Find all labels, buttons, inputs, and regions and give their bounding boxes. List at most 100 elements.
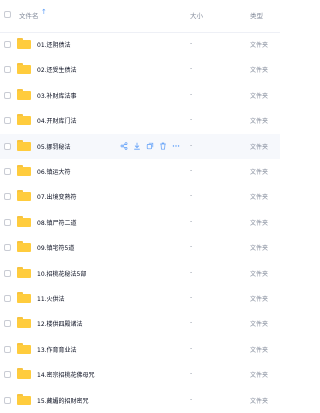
row-checkbox[interactable] bbox=[4, 91, 11, 99]
file-name[interactable]: 06.镇运大符 bbox=[37, 167, 71, 176]
file-type: 文件夹 bbox=[250, 296, 269, 303]
folder-icon bbox=[17, 114, 31, 126]
row-checkbox[interactable] bbox=[4, 66, 11, 74]
file-type: 文件夹 bbox=[250, 321, 269, 329]
folder-icon bbox=[17, 342, 31, 354]
file-name[interactable]: 11.火供法 bbox=[37, 294, 65, 303]
row-checkbox[interactable] bbox=[4, 396, 11, 404]
table-row[interactable]: 08.镇尸符二道 - 文件夹 bbox=[0, 210, 280, 235]
download-icon[interactable] bbox=[133, 142, 141, 150]
folder-icon bbox=[17, 215, 31, 227]
folder-icon bbox=[17, 190, 31, 202]
file-size: - bbox=[190, 116, 193, 124]
table-row[interactable]: 03.补财库法事 - 文件夹 bbox=[0, 83, 280, 108]
file-size: - bbox=[190, 167, 193, 174]
file-type: 文件夹 bbox=[250, 372, 269, 380]
row-checkbox[interactable] bbox=[4, 193, 11, 201]
row-checkbox[interactable] bbox=[4, 269, 11, 277]
folder-icon bbox=[17, 139, 31, 151]
folder-icon bbox=[17, 88, 31, 100]
file-type: 文件夹 bbox=[250, 92, 269, 100]
folder-icon bbox=[17, 292, 31, 303]
file-size: - bbox=[190, 294, 193, 301]
table-row[interactable]: 07.出境变熟符 - 文件夹 bbox=[0, 184, 280, 209]
row-checkbox[interactable] bbox=[4, 117, 11, 125]
table-row[interactable]: 12.楼供四殿诸法 - 文件夹 bbox=[0, 311, 280, 336]
folder-icon bbox=[17, 393, 31, 405]
row-checkbox[interactable] bbox=[4, 244, 11, 252]
file-name[interactable]: 12.楼供四殿诸法 bbox=[37, 319, 83, 328]
table-row[interactable]: 06.镇运大符 - 文件夹 bbox=[0, 159, 280, 184]
file-type: 文件夹 bbox=[250, 397, 269, 405]
file-type: 文件夹 bbox=[250, 219, 269, 227]
file-name[interactable]: 09.镇宅符5道 bbox=[37, 243, 74, 252]
folder-icon bbox=[17, 38, 31, 49]
file-size: - bbox=[190, 141, 193, 149]
file-type: 文件夹 bbox=[250, 245, 269, 253]
delete-icon[interactable] bbox=[159, 142, 167, 150]
column-header-type[interactable]: 类型 bbox=[250, 10, 263, 20]
row-actions bbox=[120, 141, 180, 151]
file-name[interactable]: 02.还受生债法 bbox=[37, 65, 77, 74]
file-size: - bbox=[190, 395, 193, 403]
row-checkbox[interactable] bbox=[4, 371, 11, 379]
file-name[interactable]: 03.补财库法事 bbox=[37, 91, 77, 100]
table-row[interactable]: 10.招桃花秘法5部 - 文件夹 bbox=[0, 261, 280, 286]
table-row[interactable]: 14.密宗招桃花佛母咒 - 文件夹 bbox=[0, 362, 280, 387]
column-header-name[interactable]: 文件名 bbox=[19, 10, 39, 20]
file-name[interactable]: 08.镇尸符二道 bbox=[37, 218, 77, 227]
folder-icon bbox=[17, 165, 31, 176]
file-type: 文件夹 bbox=[250, 42, 269, 49]
table-row[interactable]: 05.挪罚秘法 - 文件夹 bbox=[0, 133, 280, 159]
file-name[interactable]: 01.还阴债法 bbox=[37, 40, 71, 49]
column-header-size[interactable]: 大小 bbox=[190, 10, 203, 20]
file-size: - bbox=[190, 40, 193, 47]
file-name[interactable]: 04.开财库门法 bbox=[37, 116, 77, 125]
file-size: - bbox=[190, 344, 193, 352]
row-checkbox[interactable] bbox=[4, 218, 11, 226]
more-icon[interactable] bbox=[172, 142, 180, 150]
file-size: - bbox=[190, 370, 193, 378]
row-checkbox[interactable] bbox=[4, 320, 11, 328]
share-icon[interactable] bbox=[120, 141, 128, 150]
select-all-checkbox[interactable] bbox=[4, 11, 11, 18]
table-row[interactable]: 01.还阴债法 - 文件夹 bbox=[0, 32, 280, 57]
row-checkbox[interactable] bbox=[4, 142, 11, 150]
row-checkbox[interactable] bbox=[4, 345, 11, 353]
file-size: - bbox=[190, 243, 193, 251]
folder-icon bbox=[17, 241, 31, 253]
file-type: 文件夹 bbox=[250, 143, 269, 151]
copy-icon[interactable] bbox=[146, 142, 154, 150]
file-size: - bbox=[190, 192, 193, 200]
file-type: 文件夹 bbox=[250, 346, 269, 354]
table-row[interactable]: 15.藏媚的招财密咒 - 文件夹 bbox=[0, 388, 280, 413]
table-row[interactable]: 11.火供法 - 文件夹 bbox=[0, 286, 280, 311]
file-size: - bbox=[190, 90, 193, 98]
row-checkbox[interactable] bbox=[4, 168, 11, 175]
file-name[interactable]: 05.挪罚秘法 bbox=[37, 142, 71, 151]
file-name[interactable]: 14.密宗招桃花佛母咒 bbox=[37, 370, 95, 379]
file-type: 文件夹 bbox=[250, 270, 269, 278]
file-list-header: 文件名 ↑ 大小 类型 bbox=[0, 0, 280, 33]
file-size: - bbox=[190, 268, 193, 276]
file-type: 文件夹 bbox=[250, 194, 269, 202]
file-type: 文件夹 bbox=[250, 118, 269, 126]
folder-icon bbox=[17, 317, 31, 329]
file-name[interactable]: 07.出境变熟符 bbox=[37, 192, 77, 201]
sort-ascending-icon[interactable]: ↑ bbox=[41, 8, 47, 16]
file-size: - bbox=[190, 65, 193, 73]
file-size: - bbox=[190, 217, 193, 225]
file-type: 文件夹 bbox=[250, 67, 269, 75]
file-name[interactable]: 13.作育育业法 bbox=[37, 345, 77, 354]
row-checkbox[interactable] bbox=[4, 41, 11, 48]
file-type: 文件夹 bbox=[250, 169, 269, 176]
table-row[interactable]: 13.作育育业法 - 文件夹 bbox=[0, 337, 280, 362]
file-name[interactable]: 10.招桃花秘法5部 bbox=[37, 269, 86, 278]
table-row[interactable]: 09.镇宅符5道 - 文件夹 bbox=[0, 235, 280, 260]
folder-icon bbox=[17, 266, 31, 278]
table-row[interactable]: 02.还受生债法 - 文件夹 bbox=[0, 57, 280, 82]
file-name[interactable]: 15.藏媚的招财密咒 bbox=[37, 396, 89, 405]
table-row[interactable]: 04.开财库门法 - 文件夹 bbox=[0, 108, 280, 133]
folder-icon bbox=[17, 368, 31, 380]
row-checkbox[interactable] bbox=[4, 295, 11, 302]
